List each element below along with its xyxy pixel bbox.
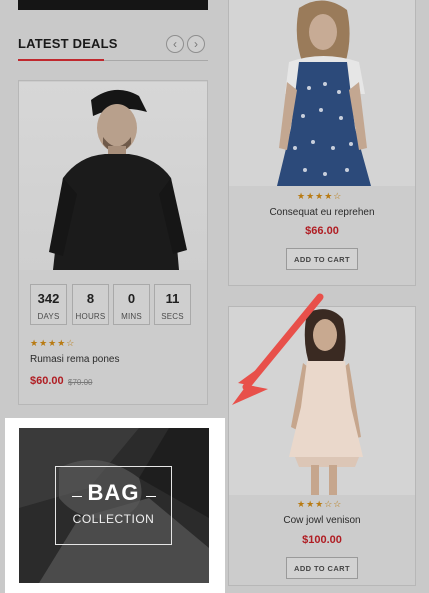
countdown-days: 342 DAYS	[30, 284, 67, 325]
product-image[interactable]	[229, 0, 415, 186]
add-to-cart-button[interactable]: ADD TO CART	[286, 248, 358, 270]
arrow-icon	[232, 293, 324, 405]
countdown-hours-value: 8	[86, 291, 95, 306]
product-rating-stars: ★★★☆☆	[297, 499, 343, 509]
bag-collection-subtitle: COLLECTION	[72, 512, 155, 526]
countdown-secs-label: SECS	[161, 312, 184, 321]
countdown-days-value: 342	[37, 291, 60, 306]
countdown-mins: 0 MINS	[113, 284, 150, 325]
next-button[interactable]: ›	[187, 35, 205, 53]
top-banner-strip	[18, 0, 208, 10]
deal-product-image[interactable]	[19, 82, 207, 270]
product-name[interactable]: Consequat eu reprehen	[228, 207, 416, 218]
product-name[interactable]: Cow jowl venison	[228, 515, 416, 526]
product-price: $66.00	[305, 225, 339, 237]
countdown-days-label: DAYS	[37, 312, 60, 321]
countdown-mins-label: MINS	[121, 312, 142, 321]
deal-product-old-price: $70.00	[68, 378, 93, 387]
product-price: $100.00	[302, 534, 342, 546]
add-to-cart-button[interactable]: ADD TO CART	[286, 557, 358, 579]
heading-accent-underline	[18, 59, 104, 61]
countdown-secs: 11 SECS	[154, 284, 191, 325]
bag-collection-title: BAG	[87, 480, 140, 505]
countdown-hours: 8 HOURS	[72, 284, 109, 325]
deal-product-name[interactable]: Rumasi rema pones	[30, 354, 119, 365]
latest-deals-heading: LATEST DEALS	[18, 36, 118, 51]
chevron-right-icon: ›	[194, 37, 198, 51]
previous-button[interactable]: ‹	[166, 35, 184, 53]
deal-product-price: $60.00	[30, 375, 64, 387]
product-rating-stars: ★★★★☆	[297, 191, 343, 201]
countdown-hours-label: HOURS	[75, 312, 106, 321]
countdown-secs-value: 11	[165, 291, 180, 306]
deal-rating-stars: ★★★★☆	[30, 338, 76, 348]
chevron-left-icon: ‹	[173, 37, 177, 51]
countdown-mins-value: 0	[127, 291, 136, 306]
